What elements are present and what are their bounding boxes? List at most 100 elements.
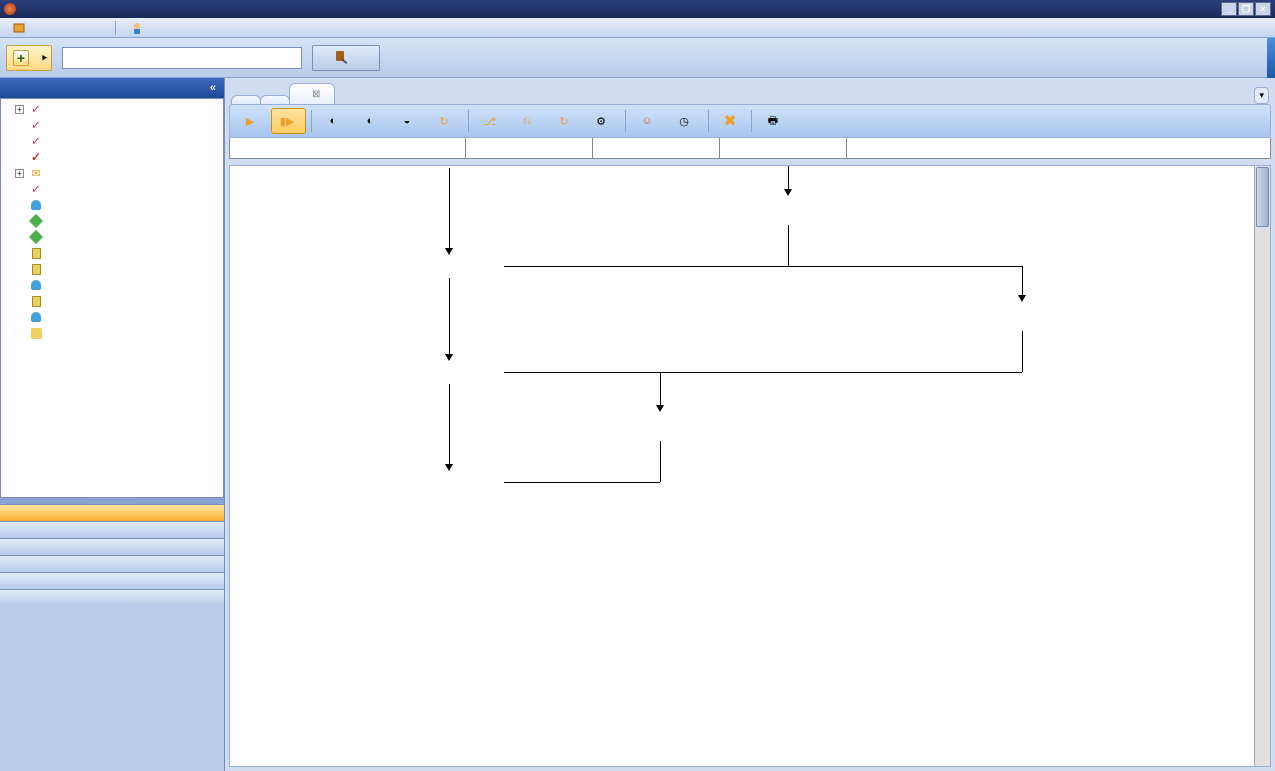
tool-start[interactable]: ▶ [234,108,269,134]
menu-system[interactable] [57,26,73,30]
nav-panel-windows[interactable] [0,555,224,572]
menu-windows[interactable] [75,26,91,30]
tree-item-contacts[interactable] [1,197,223,213]
developer-icon [130,21,144,35]
col-ther-name[interactable] [593,138,720,158]
arrow-icon [445,464,453,471]
connector [504,266,1022,267]
person-icon [29,198,43,212]
diagram-canvas[interactable] [229,165,1271,767]
menu-help[interactable] [93,26,109,30]
menu-views[interactable] [39,26,55,30]
tree-item-contracts[interactable] [1,277,223,293]
play-icon: ▶ [241,112,259,130]
brand-logo [1267,38,1275,78]
tool-if[interactable]: ◐ [317,108,352,134]
tree-item-processes[interactable]: ✓ [1,181,223,197]
sidebar: « +✓ ✓ ✓ ✓ +✉ ✓ [0,78,225,771]
connector [449,278,450,360]
connector [788,225,789,266]
workspace-icon [12,21,26,35]
minimize-button[interactable]: _ [1221,2,1237,16]
connector [660,372,661,409]
tool-code[interactable]: ⚙ [585,108,620,134]
menu-my-workspace[interactable] [4,19,37,37]
tab-developer-panel[interactable] [231,95,261,104]
nav-panel-help[interactable] [0,572,224,589]
col-activation-user[interactable] [466,138,593,158]
tool-for[interactable]: ↻ [428,108,463,134]
tab-agent[interactable] [260,95,290,104]
tree-item-cpo[interactable]: +✓ [1,101,223,117]
workspace-tree: +✓ ✓ ✓ ✓ +✉ ✓ [0,98,224,498]
tree-item-info[interactable]: ✓ [1,149,223,165]
connector [504,372,660,373]
close-button[interactable]: × [1255,2,1271,16]
expander-icon[interactable]: + [15,169,24,178]
tree-item-products[interactable] [1,229,223,245]
print-icon: 🖶 [764,112,782,130]
tool-split[interactable]: ⎇ [474,108,509,134]
col-hostes[interactable] [847,138,974,158]
menu-developer[interactable] [122,19,155,37]
sidebar-collapse-button[interactable]: « [210,82,216,94]
content-area: ⊠ ▾ ▶ ▮▶ ◐ ◐ ◒ ↻ ⎇ ⎌ ↻ ⚙ ☺ ◷ ✖ 🖶 [225,78,1275,771]
connector [1022,331,1023,372]
tool-stop[interactable]: ▮▶ [271,108,306,134]
tree-item-kpis[interactable] [1,293,223,309]
tree-item-mail[interactable]: +✉ [1,165,223,181]
tool-print[interactable]: 🖶 [757,108,789,134]
tree-item-activities[interactable]: ✓ [1,117,223,133]
search-button[interactable] [312,45,380,71]
tool-branch[interactable]: ⎌ [511,108,546,134]
expander-icon[interactable]: + [15,105,24,114]
if-icon: ◐ [324,112,342,130]
nav-panel-workspace[interactable] [0,504,224,521]
col-secretary[interactable] [720,138,847,158]
search-input[interactable] [62,47,302,69]
pause-icon: ▮▶ [278,112,296,130]
sidebar-header: « [0,78,224,98]
tool-job[interactable]: ☺ [631,108,666,134]
connector [660,441,661,482]
toolbar-separator [625,110,626,132]
doc-icon [29,262,43,276]
tree-item-businesses[interactable] [1,213,223,229]
cube-icon [29,214,43,228]
menu-separator [115,21,116,35]
tool-elseif[interactable]: ◐ [354,108,389,134]
tree-item-closed-activities[interactable]: ✓ [1,133,223,149]
maximize-button[interactable]: ❐ [1238,2,1254,16]
start-process-button[interactable]: + [6,45,52,71]
nav-panel-developer[interactable] [0,589,224,606]
vertical-scrollbar[interactable] [1254,166,1270,766]
window-controls: _ ❐ × [1221,2,1271,16]
tree-item-assets[interactable] [1,261,223,277]
connector [504,482,660,483]
arrow-icon [445,248,453,255]
gear-icon: ⚙ [592,112,610,130]
person-icon: ☺ [638,112,656,130]
delete-icon: ✖ [721,112,739,130]
toolbar-separator [708,110,709,132]
tool-else[interactable]: ◒ [391,108,426,134]
tool-event[interactable]: ◷ [668,108,703,134]
check-icon: ✓ [29,150,43,164]
nav-panel-views[interactable] [0,521,224,538]
tree-item-my-status[interactable] [1,309,223,325]
doc-icon [29,294,43,308]
tab-coordinator[interactable]: ⊠ [289,83,335,104]
arrow-icon [656,405,664,412]
tabs-overflow-button[interactable]: ▾ [1254,87,1269,104]
tree-item-exit[interactable] [1,325,223,341]
cube-icon [29,230,43,244]
tree-item-equipment[interactable] [1,245,223,261]
nav-panel-system[interactable] [0,538,224,555]
tool-delete[interactable]: ✖ [714,108,746,134]
plus-icon: + [13,50,29,66]
branch-icon: ⎌ [518,112,536,130]
tab-close-icon[interactable]: ⊠ [312,89,320,100]
scroll-thumb[interactable] [1256,167,1269,227]
col-autoscript[interactable] [230,138,466,158]
tool-split-for[interactable]: ↻ [548,108,583,134]
